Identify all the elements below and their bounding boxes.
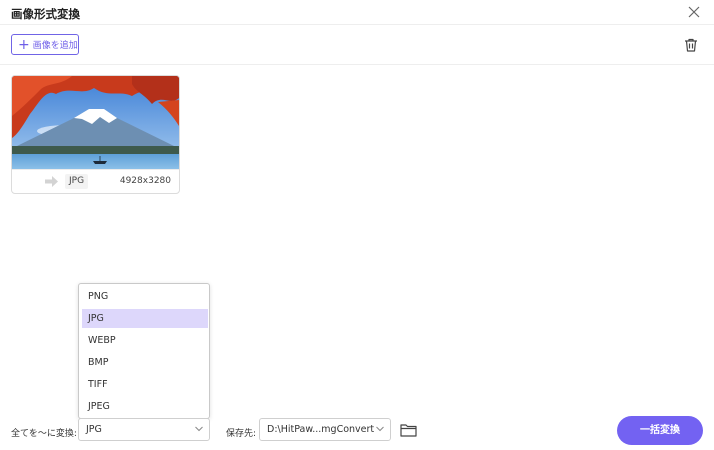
save-path-value: D:\HitPaw...mgConvert (267, 424, 375, 435)
title-bar: 画像形式変換 (0, 0, 714, 25)
chevron-down-icon (195, 426, 203, 432)
image-card[interactable]: JPG 4928x3280 (11, 75, 180, 194)
add-image-button[interactable]: + 画像を追加 (11, 34, 79, 55)
arrow-right-icon (45, 176, 58, 187)
close-icon[interactable] (687, 5, 701, 19)
format-option-bmp[interactable]: BMP (82, 353, 208, 372)
window-title: 画像形式変換 (11, 7, 80, 21)
chevron-down-icon (376, 426, 384, 432)
format-option-jpg[interactable]: JPG (82, 309, 208, 328)
bottom-bar: 全てを～に変換: JPG 保存先: D:\HitPaw...mgConvert … (0, 410, 714, 450)
save-location-label: 保存先: (226, 429, 257, 439)
save-path-select[interactable]: D:\HitPaw...mgConvert (259, 418, 391, 441)
image-dimensions: 4928x3280 (119, 176, 171, 186)
format-option-tiff[interactable]: TIFF (82, 375, 208, 394)
plus-icon: + (18, 36, 30, 53)
convert-all-button[interactable]: 一括変換 (617, 416, 703, 445)
format-select-value: JPG (86, 424, 102, 435)
image-thumbnail (12, 76, 179, 169)
folder-icon[interactable] (400, 423, 417, 437)
convert-all-label: 全てを～に変換: (11, 429, 77, 439)
trash-icon[interactable] (683, 37, 699, 53)
format-dropdown-menu: PNG JPG WEBP BMP TIFF JPEG (78, 283, 210, 419)
target-format-tag[interactable]: JPG (65, 174, 89, 189)
image-card-footer: JPG 4928x3280 (12, 169, 179, 193)
format-option-png[interactable]: PNG (82, 287, 208, 306)
format-option-webp[interactable]: WEBP (82, 331, 208, 350)
add-image-label: 画像を追加 (32, 41, 78, 51)
format-select[interactable]: JPG (78, 418, 210, 441)
toolbar: + 画像を追加 (0, 25, 714, 65)
